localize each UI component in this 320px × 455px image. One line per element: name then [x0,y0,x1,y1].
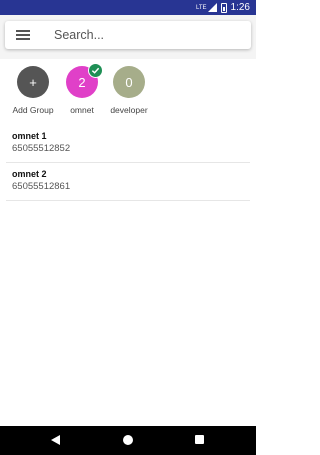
add-icon: + [29,74,37,90]
contact-phone: 65055512861 [12,181,71,192]
back-icon[interactable] [51,435,60,445]
cell-signal-icon [207,3,217,12]
battery-icon [220,2,227,13]
add-group-avatar[interactable]: + [17,66,49,98]
group-avatar[interactable]: 2 [66,63,103,98]
group-avatar[interactable]: 0 [113,66,145,98]
contact-phone: 65055512852 [12,143,71,154]
contact-name: omnet 2 [12,169,47,179]
search-bar [5,21,251,49]
navigation-bar [0,426,256,455]
contact-name: omnet 1 [12,131,47,141]
group-count: 2 [78,74,86,90]
menu-icon[interactable] [16,30,30,40]
group-label: developer [110,105,148,115]
search-input[interactable] [54,28,234,42]
contact-row[interactable]: omnet 2 65055512861 [6,164,250,201]
group-count: 0 [125,74,133,90]
contact-row[interactable]: omnet 1 65055512852 [6,126,250,163]
home-icon[interactable] [123,435,133,445]
status-bar: LTE 1:26 [0,0,256,15]
recents-icon[interactable] [195,435,204,444]
group-strip: + Add Group 2 omnet 0 developer [0,63,256,122]
group-developer[interactable]: 0 developer [99,66,159,115]
lte-label: LTE [195,4,207,11]
status-time: 1:26 [230,2,250,13]
